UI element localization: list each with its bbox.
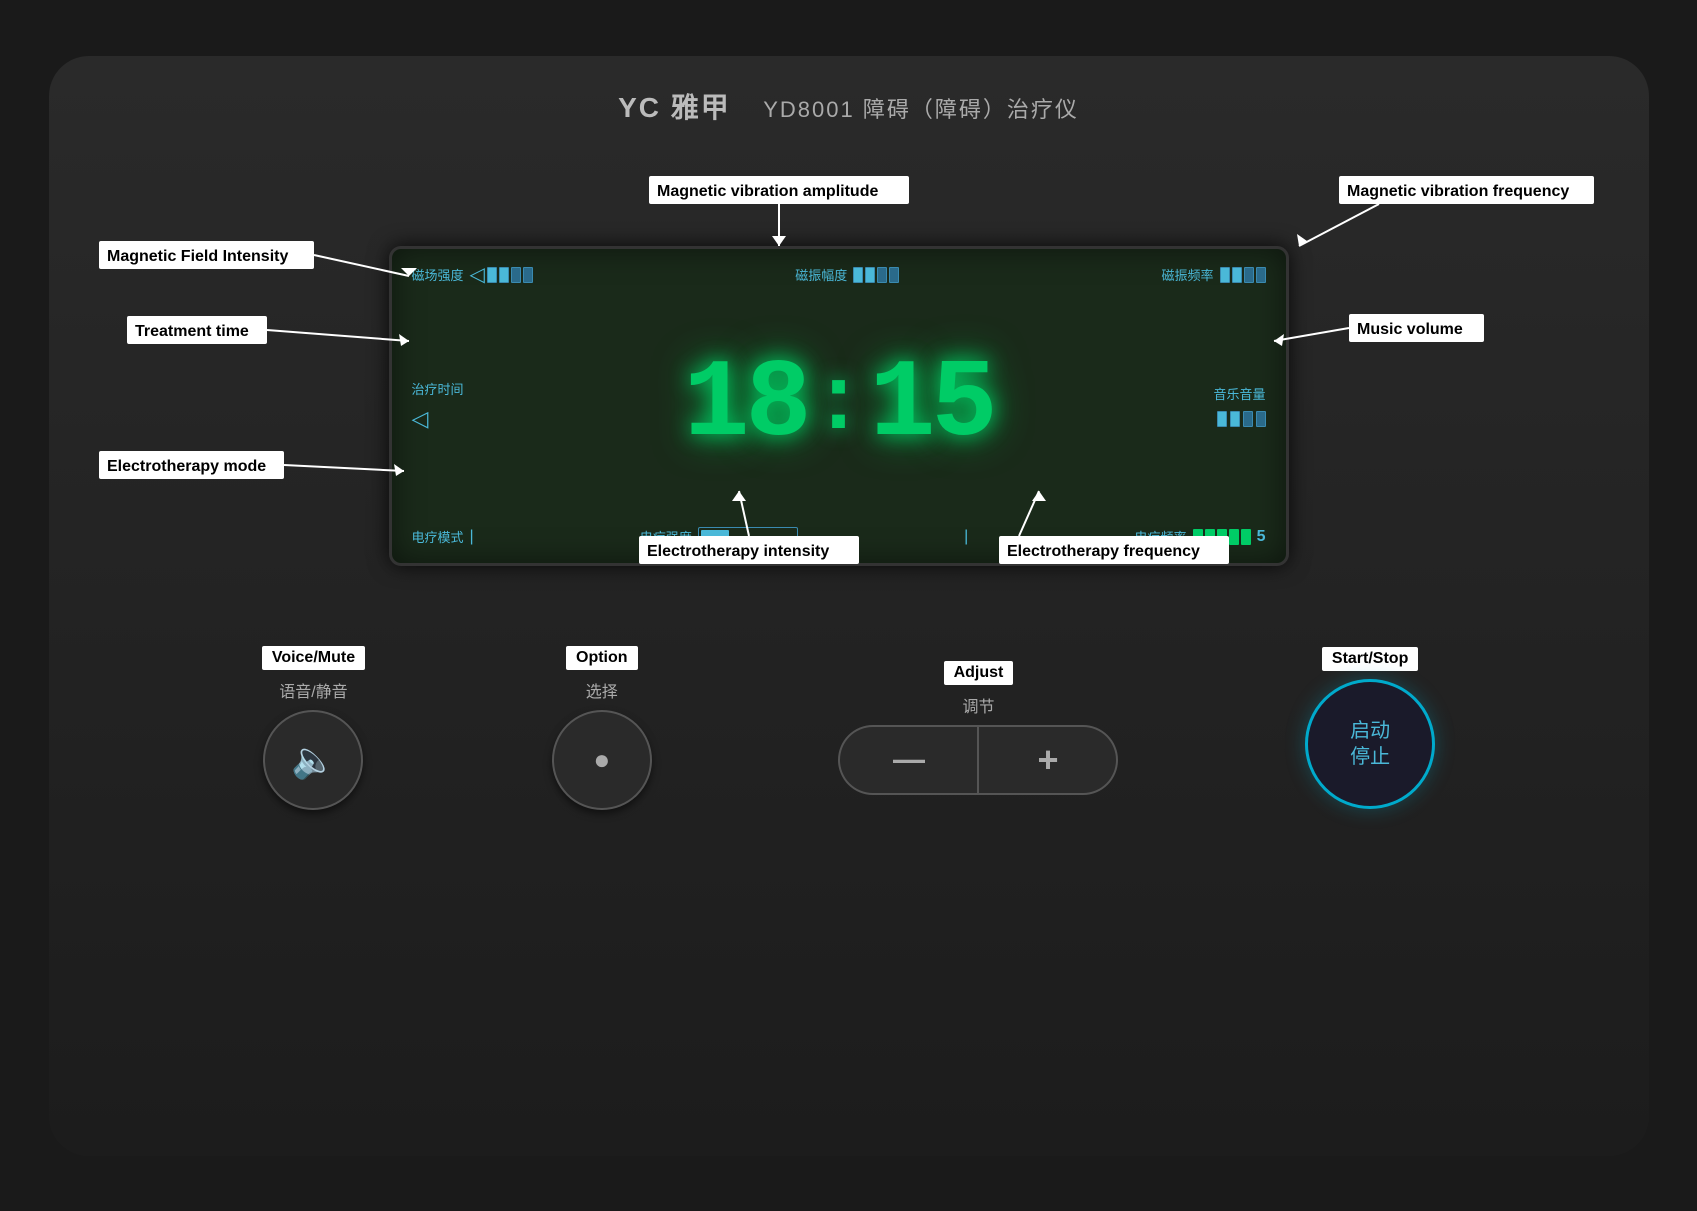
start-stop-group: Start/Stop 启动 停止 <box>1305 647 1435 809</box>
time-digit-1: 18 <box>683 351 807 461</box>
option-cn-label: 选择 <box>586 678 618 702</box>
music-volume-bars <box>1217 411 1266 427</box>
option-annotation: Option <box>566 646 638 670</box>
magnetic-vibration-frequency-bars <box>1220 267 1266 283</box>
start-stop-text: 启动 停止 <box>1350 718 1390 770</box>
start-label: 启动 <box>1350 718 1390 744</box>
option-dot-icon: ● <box>593 744 610 776</box>
electrotherapy-intensity-label: 电疗强度 <box>640 527 692 546</box>
voice-mute-group: Voice/Mute 语音/静音 🔈 <box>262 646 365 810</box>
electrotherapy-frequency-bars <box>1193 529 1251 545</box>
electrotherapy-intensity-group: 电疗强度 <box>640 527 798 547</box>
model-text: YD8001 障碍（障碍）治疗仪 <box>763 97 1079 122</box>
label-magnetic-vibration-frequency: Magnetic vibration frequency <box>1347 183 1569 200</box>
speaker-icon: ◁ <box>412 406 429 432</box>
magnetic-vibration-frequency-indicator: 磁振频率 <box>1161 265 1265 284</box>
controls-section: Voice/Mute 语音/静音 🔈 Option 选择 ● Adjust 调节… <box>109 646 1589 810</box>
adjust-group: Adjust 调节 — + <box>838 661 1118 795</box>
electrotherapy-mode-group: 电疗模式 | <box>412 527 474 546</box>
voice-mute-cn-label: 语音/静音 <box>279 678 347 702</box>
brand-logo: YC 雅甲 <box>618 92 731 123</box>
start-stop-annotation: Start/Stop <box>1322 647 1418 671</box>
start-stop-button[interactable]: 启动 停止 <box>1305 679 1435 809</box>
device-body: YC 雅甲 YD8001 障碍（障碍）治疗仪 Magnetic Field In… <box>49 56 1649 1156</box>
magnetic-vibration-amplitude-indicator: 磁振幅度 <box>795 265 899 284</box>
adjust-annotation: Adjust <box>944 661 1014 685</box>
label-electrotherapy-mode: Electrotherapy mode <box>107 458 266 475</box>
option-group: Option 选择 ● <box>552 646 652 810</box>
magnetic-field-indicator: 磁场强度 ◁ <box>412 265 533 285</box>
time-digit-2: 15 <box>870 351 994 461</box>
brand-header: YC 雅甲 YD8001 障碍（障碍）治疗仪 <box>109 86 1589 126</box>
adjust-cn-label: 调节 <box>962 693 994 717</box>
music-volume-section: 音乐音量 <box>1146 384 1266 427</box>
magnetic-field-label: 磁场强度 <box>412 265 464 284</box>
electrotherapy-frequency-group: 电疗频率 5 <box>1135 527 1266 546</box>
treatment-time-section: 治疗时间 ◁ <box>412 379 532 432</box>
plus-icon: + <box>1037 739 1058 781</box>
electrotherapy-intensity-bar <box>698 527 798 547</box>
speaker-button-icon: 🔈 <box>291 739 336 781</box>
display-bottom-row: 电疗模式 | 电疗强度 | 电疗频率 <box>412 527 1266 547</box>
time-colon: : <box>811 365 865 446</box>
display-annotation-area: Magnetic Field Intensity Treatment time … <box>99 146 1599 626</box>
magnetic-field-bars: ◁ <box>470 265 533 285</box>
stop-label: 停止 <box>1350 744 1390 770</box>
plus-button[interactable]: + <box>978 725 1118 795</box>
voice-mute-annotation: Voice/Mute <box>262 646 365 670</box>
display-middle-row: 治疗时间 ◁ 18 : 15 音乐音量 <box>412 293 1266 519</box>
voice-mute-button[interactable]: 🔈 <box>263 710 363 810</box>
label-treatment-time: Treatment time <box>135 323 249 340</box>
lcd-display: 磁场强度 ◁ 磁振幅度 <box>389 246 1289 566</box>
label-magnetic-field-intensity: Magnetic Field Intensity <box>107 248 288 265</box>
treatment-time-label: 治疗时间 <box>412 379 464 398</box>
digital-clock: 18 : 15 <box>552 351 1126 461</box>
magnetic-vibration-frequency-label: 磁振频率 <box>1161 265 1213 284</box>
minus-button[interactable]: — <box>838 725 978 795</box>
electrotherapy-mode-label: 电疗模式 <box>412 527 464 546</box>
label-music-volume: Music volume <box>1357 321 1463 338</box>
adjust-buttons-container: — + <box>838 725 1118 795</box>
minus-icon: — <box>893 741 925 778</box>
frequency-s-label: 5 <box>1257 528 1266 546</box>
label-magnetic-vibration-amplitude: Magnetic vibration amplitude <box>657 183 878 200</box>
magnetic-vibration-amplitude-label: 磁振幅度 <box>795 265 847 284</box>
option-button[interactable]: ● <box>552 710 652 810</box>
music-volume-label: 音乐音量 <box>1213 384 1265 403</box>
magnetic-vibration-amplitude-bars <box>853 267 899 283</box>
display-top-row: 磁场强度 ◁ 磁振幅度 <box>412 265 1266 285</box>
electrotherapy-frequency-label: 电疗频率 <box>1135 527 1187 546</box>
